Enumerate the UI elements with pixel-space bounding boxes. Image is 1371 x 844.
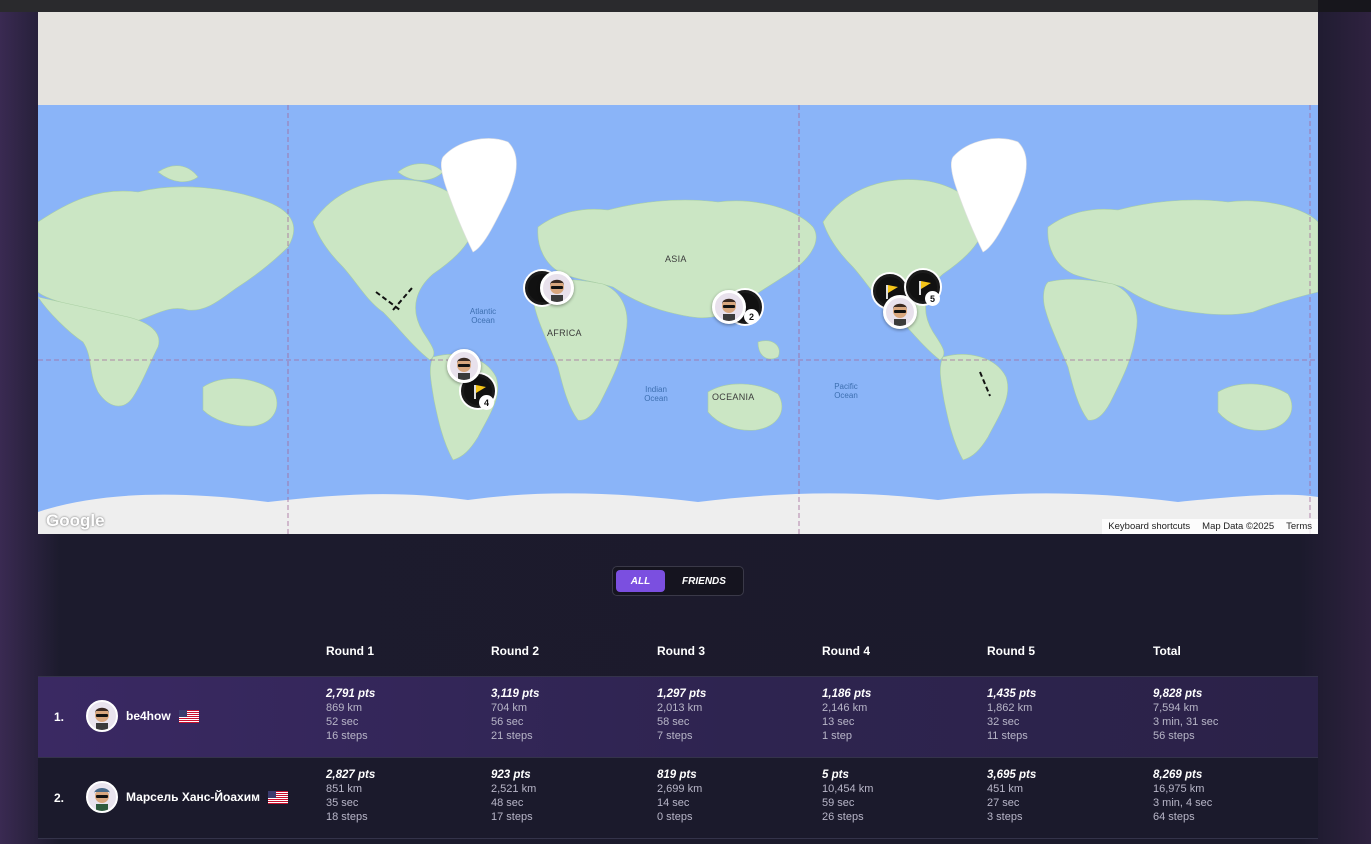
cluster-count-badge: 2 [744, 309, 759, 324]
round-4-result: 5 pts 10,454 km 59 sec 26 steps [822, 769, 874, 823]
google-logo: Google [46, 511, 105, 530]
leaderboard-row[interactable]: 2. Марсель Ханс-Йоахим 2,827 pts 851 km 35… [38, 758, 1318, 838]
ocean-label: Atlantic Ocean [469, 307, 497, 325]
round-5-result: 3,695 pts 451 km 27 sec 3 steps [987, 769, 1037, 823]
avatar-face-icon [95, 707, 109, 730]
continent-label: OCEANIA [712, 392, 755, 402]
results-map[interactable]: ASIA AFRICA OCEANIA Atlantic Ocean India… [38, 12, 1318, 534]
leaderboard-row[interactable]: 1. be4how 2,791 pts 869 km 52 sec 16 steps … [38, 677, 1318, 757]
round-4-result: 1,186 pts 2,146 km 13 sec 1 step [822, 688, 872, 742]
continent-label: ASIA [665, 254, 687, 264]
us-flag-icon [268, 791, 288, 804]
player-rank: 2. [54, 791, 65, 805]
avatar-face-icon [722, 298, 736, 321]
continent-label: AFRICA [547, 328, 582, 338]
avatar[interactable] [86, 700, 118, 732]
column-header-round-2: Round 2 [491, 644, 539, 658]
world-map-graphic [38, 105, 1318, 534]
round-1-result: 2,791 pts 869 km 52 sec 16 steps [326, 688, 376, 742]
terms-link[interactable]: Terms [1286, 521, 1312, 532]
tab-friends[interactable]: FRIENDS [668, 570, 740, 592]
avatar-face-icon [94, 788, 110, 811]
round-5-result: 1,435 pts 1,862 km 32 sec 11 steps [987, 688, 1037, 742]
column-header-round-3: Round 3 [657, 644, 705, 658]
player-rank: 1. [54, 710, 65, 724]
cluster-count-badge: 5 [925, 291, 940, 306]
round-3-result: 1,297 pts 2,013 km 58 sec 7 steps [657, 688, 707, 742]
column-header-round-5: Round 5 [987, 644, 1035, 658]
player-avatar-marker[interactable] [447, 349, 481, 383]
browser-top-bar [0, 0, 1371, 12]
map-data-text: Map Data ©2025 [1202, 521, 1275, 532]
keyboard-shortcuts-link[interactable]: Keyboard shortcuts [1108, 521, 1190, 532]
total-result: 9,828 pts 7,594 km 3 min, 31 sec 56 steps [1153, 688, 1219, 742]
player-avatar-marker[interactable] [712, 290, 746, 324]
leaderboard-filter-tabs: ALL FRIENDS [612, 566, 744, 596]
player-name[interactable]: be4how [126, 709, 171, 723]
column-header-total: Total [1153, 644, 1181, 658]
tab-all[interactable]: ALL [616, 570, 665, 592]
avatar-face-icon [893, 303, 907, 326]
cluster-count-badge: 4 [479, 395, 494, 410]
column-header-round-4: Round 4 [822, 644, 870, 658]
round-1-result: 2,827 pts 851 km 35 sec 18 steps [326, 769, 376, 823]
column-header-round-1: Round 1 [326, 644, 374, 658]
round-2-result: 3,119 pts 704 km 56 sec 21 steps [491, 688, 540, 742]
map-attribution: Keyboard shortcuts Map Data ©2025 Terms [1102, 519, 1318, 534]
ocean-label: Indian Ocean [644, 385, 668, 403]
browser-top-bar-edge [1318, 0, 1371, 12]
player-name[interactable]: Марсель Ханс-Йоахим [126, 790, 260, 804]
round-3-result: 819 pts 2,699 km 14 sec 0 steps [657, 769, 703, 823]
round-2-result: 923 pts 2,521 km 48 sec 17 steps [491, 769, 537, 823]
player-avatar-marker[interactable] [540, 271, 574, 305]
row-divider [38, 838, 1318, 839]
total-result: 8,269 pts 16,975 km 3 min, 4 sec 64 steps [1153, 769, 1213, 823]
avatar[interactable] [86, 781, 118, 813]
ocean-label: Pacific Ocean [834, 382, 858, 400]
avatar-face-icon [457, 357, 471, 380]
avatar-face-icon [550, 279, 564, 302]
us-flag-icon [179, 710, 199, 723]
player-avatar-marker[interactable] [883, 295, 917, 329]
